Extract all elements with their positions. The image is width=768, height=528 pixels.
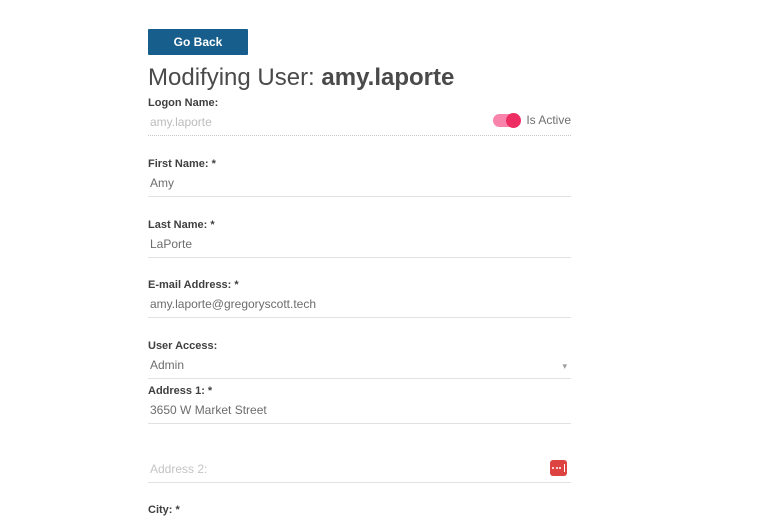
city-group: City: * — [148, 504, 571, 528]
address1-group: Address 1: * — [148, 385, 571, 424]
address1-label: Address 1: * — [148, 385, 571, 397]
address1-input[interactable] — [148, 400, 571, 424]
address2-input[interactable] — [148, 459, 571, 483]
user-access-label: User Access: — [148, 340, 571, 352]
autofill-extension-icon[interactable] — [550, 460, 567, 476]
autofill-dot — [552, 467, 554, 469]
last-name-label: Last Name: * — [148, 219, 571, 231]
user-access-group: User Access: Admin ▾ — [148, 340, 571, 379]
address2-group — [148, 459, 571, 483]
logon-name-label: Logon Name: — [148, 97, 571, 109]
is-active-label: Is Active — [526, 113, 571, 127]
page-title-prefix: Modifying User: — [148, 64, 321, 91]
is-active-toggle[interactable] — [493, 114, 519, 127]
city-label: City: * — [148, 504, 571, 516]
page-title: Modifying User: amy.laporte — [148, 64, 454, 92]
email-group: E-mail Address: * — [148, 279, 571, 318]
first-name-group: First Name: * — [148, 158, 571, 197]
email-input[interactable] — [148, 294, 571, 318]
city-input[interactable] — [148, 519, 571, 528]
page-title-username: amy.laporte — [321, 64, 454, 91]
toggle-knob-icon — [506, 113, 521, 128]
last-name-group: Last Name: * — [148, 219, 571, 258]
is-active-toggle-row: Is Active — [493, 112, 571, 128]
user-access-select[interactable]: Admin ▾ — [148, 355, 571, 379]
email-label: E-mail Address: * — [148, 279, 571, 291]
modify-user-form: Go Back Modifying User: amy.laporte Logo… — [148, 0, 571, 528]
first-name-input[interactable] — [148, 173, 571, 197]
go-back-button[interactable]: Go Back — [148, 29, 248, 55]
last-name-input[interactable] — [148, 234, 571, 258]
autofill-dot — [556, 467, 558, 469]
first-name-label: First Name: * — [148, 158, 571, 170]
user-access-value: Admin — [148, 355, 571, 379]
autofill-bar — [564, 464, 566, 472]
autofill-dot — [559, 467, 561, 469]
